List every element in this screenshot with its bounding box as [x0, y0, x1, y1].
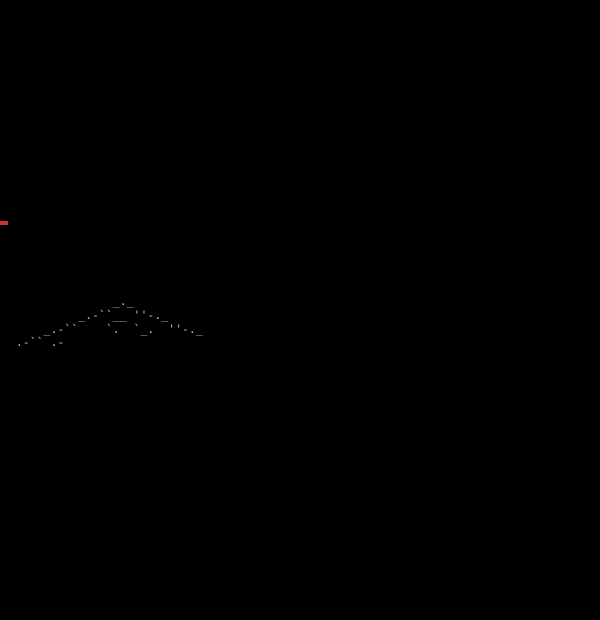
terminal-output[interactable]: _._ _.-``__ ''-._ _.-`` `. `_. ''-._ .-`… [0, 65, 600, 352]
redis-ascii-logo: _._ _.-``__ ''-._ _.-`` `. `_. ''-._ .-`… [2, 295, 598, 349]
prompt-line-2 [2, 214, 598, 230]
highlighted-command [0, 221, 8, 225]
